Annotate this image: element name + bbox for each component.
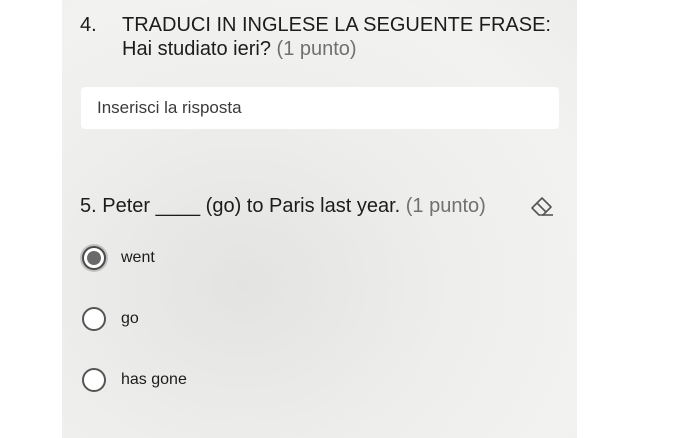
option-label: went xyxy=(121,249,155,266)
option-label: has gone xyxy=(121,371,187,388)
option-has-gone[interactable]: has gone xyxy=(82,367,187,393)
option-go[interactable]: go xyxy=(82,306,139,332)
radio-button-selected[interactable] xyxy=(82,246,106,270)
question-4-points: (1 punto) xyxy=(276,38,357,60)
question-number: 4. xyxy=(80,14,97,36)
option-went[interactable]: went xyxy=(82,245,155,271)
question-number: 5. xyxy=(80,195,97,217)
option-label: go xyxy=(121,310,139,327)
quiz-panel: 4. TRADUCI IN INGLESE LA SEGUENTE FRASE:… xyxy=(62,0,577,438)
eraser-icon[interactable] xyxy=(529,193,555,219)
answer-input[interactable] xyxy=(81,87,559,129)
radio-button[interactable] xyxy=(82,368,106,392)
radio-button[interactable] xyxy=(82,307,106,331)
question-5-title: 5. Peter ____ (go) to Paris last year. (… xyxy=(80,194,486,218)
question-4-text-line2: Hai studiato ieri? (1 punto) xyxy=(122,37,582,61)
question-5-text: Peter ____ (go) to Paris last year. xyxy=(102,195,401,217)
question-4-sentence: Hai studiato ieri? xyxy=(122,38,271,60)
question-4-text-line1: TRADUCI IN INGLESE LA SEGUENTE FRASE: xyxy=(122,14,551,36)
question-5-points: (1 punto) xyxy=(405,195,486,217)
